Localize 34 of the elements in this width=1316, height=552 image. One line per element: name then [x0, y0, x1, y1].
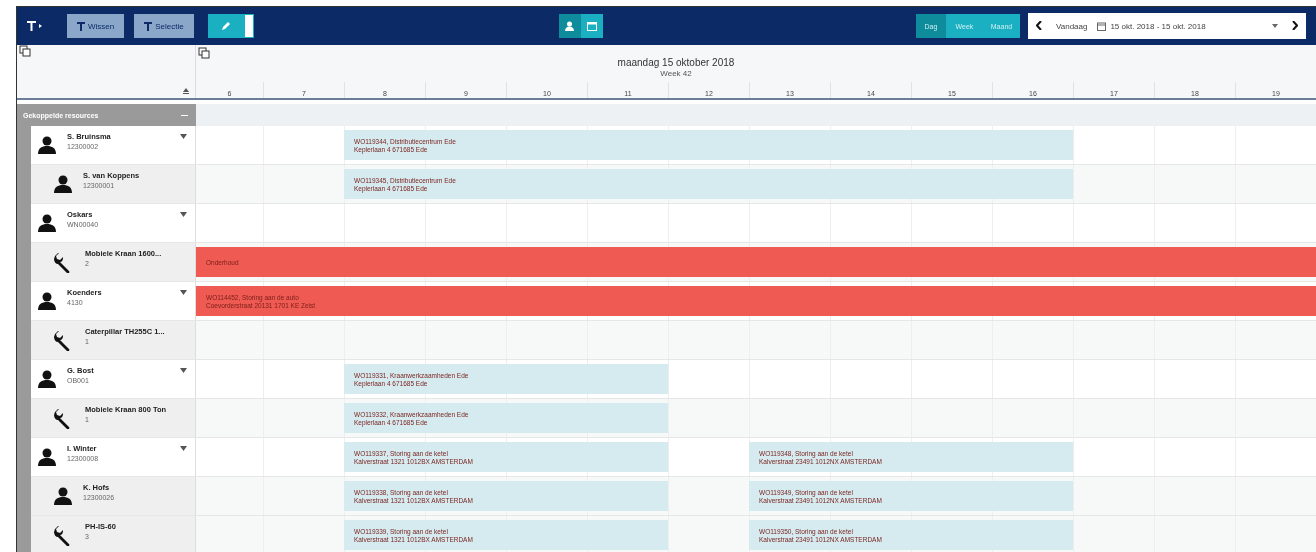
chevron-right-icon — [1292, 21, 1298, 30]
caret-icon[interactable] — [1272, 24, 1278, 28]
person-icon — [565, 21, 575, 31]
filter-button[interactable]: Wissen — [67, 14, 125, 38]
chevron-left-icon — [1036, 21, 1042, 30]
person-icon — [53, 174, 73, 194]
person-icon — [37, 369, 57, 389]
copy-icon[interactable] — [19, 45, 31, 57]
person-icon — [37, 213, 57, 233]
collapse-caret-icon[interactable] — [180, 212, 187, 217]
sort-icon[interactable] — [183, 88, 189, 94]
today-button[interactable]: Vandaag — [1056, 21, 1088, 31]
filter-icon — [77, 21, 85, 31]
collapse-caret-icon[interactable] — [180, 446, 187, 451]
collapse-caret-icon[interactable] — [180, 368, 187, 373]
calendar-icon — [586, 21, 597, 31]
edit-toggle[interactable] — [207, 14, 254, 38]
filter-icon — [144, 21, 153, 31]
filter-icon[interactable] — [27, 21, 43, 31]
day-title: maandag 15 oktober 2018 — [617, 57, 735, 68]
person-icon — [53, 486, 73, 506]
calendar-icon[interactable] — [1097, 21, 1107, 31]
week-label: Week 42 — [660, 69, 692, 78]
pencil-icon — [220, 21, 231, 31]
person-view-button[interactable] — [558, 14, 581, 38]
collapse-caret-icon[interactable] — [180, 290, 187, 295]
date-range[interactable]: 15 okt. 2018 - 15 okt. 2018 — [1110, 21, 1206, 31]
person-icon — [37, 447, 57, 467]
copy-icon[interactable] — [198, 47, 210, 59]
collapse-caret-icon[interactable] — [180, 134, 187, 139]
calendar-view-button[interactable] — [580, 14, 603, 38]
person-icon — [37, 291, 57, 311]
filter-button[interactable]: Selectie — [134, 14, 194, 38]
person-icon — [37, 135, 57, 155]
